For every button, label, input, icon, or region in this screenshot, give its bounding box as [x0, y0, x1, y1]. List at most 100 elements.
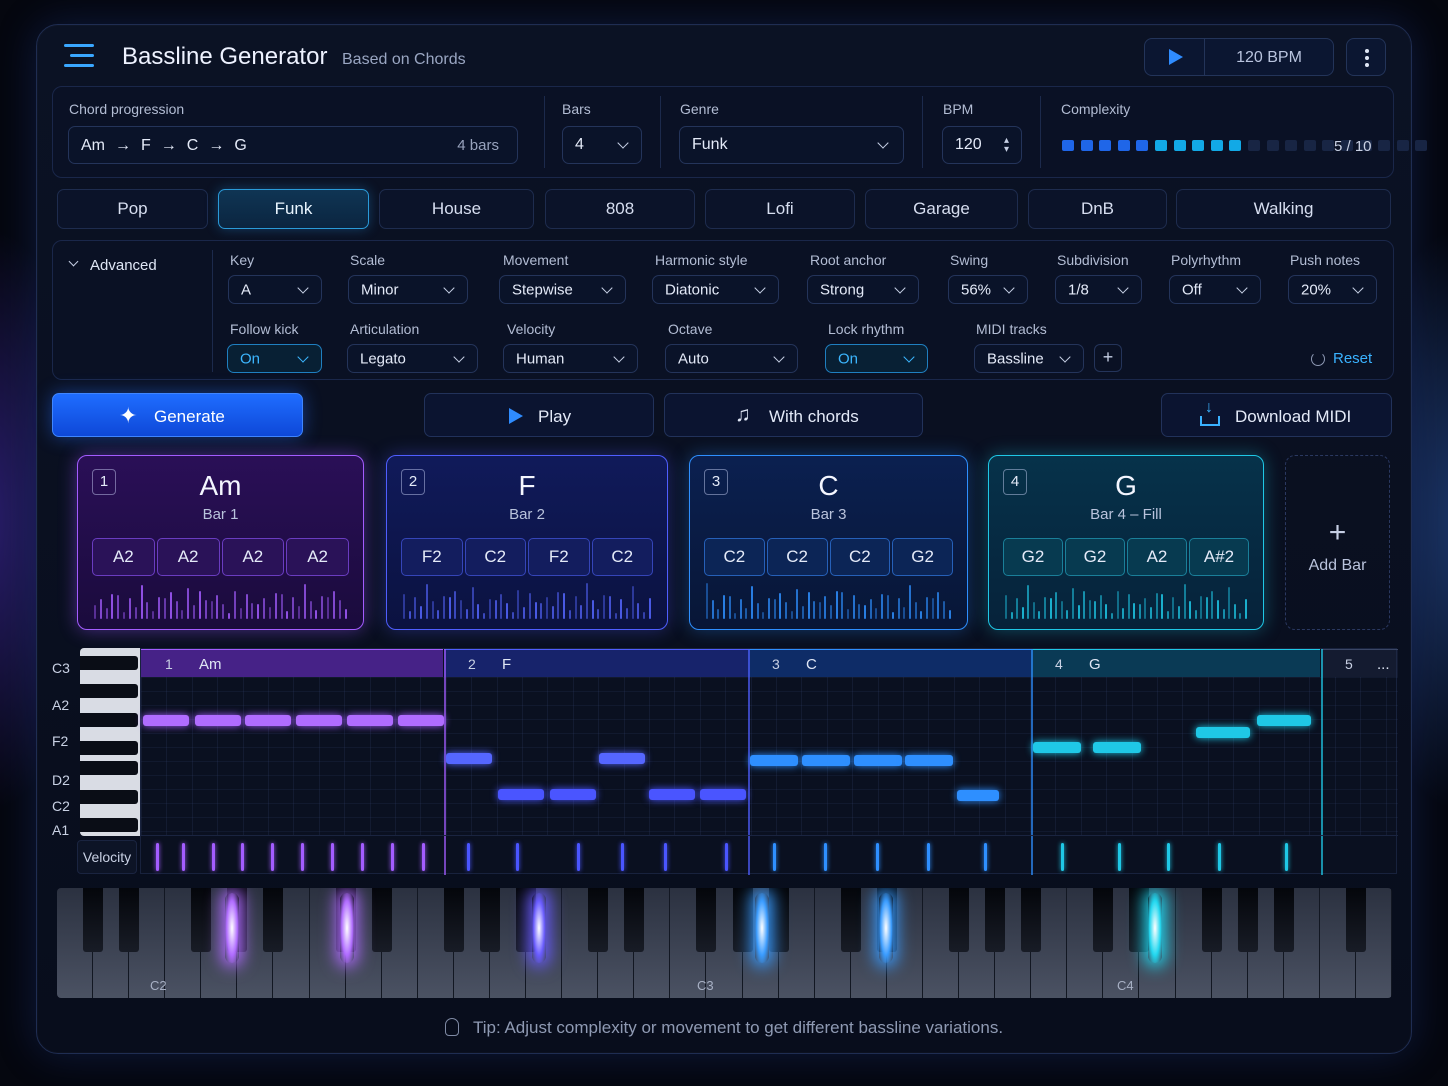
midi-note[interactable] [1033, 742, 1081, 753]
midi-note[interactable] [398, 715, 444, 726]
velocity-bar[interactable] [391, 843, 394, 871]
key-select[interactable]: A [228, 275, 322, 304]
black-key[interactable] [479, 888, 500, 952]
velocity-bar[interactable] [1285, 843, 1288, 871]
midi-note[interactable] [1093, 742, 1141, 753]
black-key[interactable] [732, 888, 753, 952]
more-options-icon[interactable] [1346, 38, 1386, 76]
black-key[interactable] [840, 888, 861, 952]
black-key[interactable] [263, 888, 284, 952]
note-chip[interactable]: F2 [528, 538, 590, 576]
velocity-bar[interactable] [301, 843, 304, 871]
note-chip[interactable]: C2 [829, 538, 891, 576]
midi-note[interactable] [1257, 715, 1311, 726]
tab-genre-house[interactable]: House [379, 189, 534, 229]
menu-icon[interactable] [64, 42, 94, 70]
black-key[interactable] [119, 888, 140, 952]
tab-genre-pop[interactable]: Pop [57, 189, 208, 229]
midi-note[interactable] [599, 753, 645, 764]
black-key[interactable] [191, 888, 212, 952]
note-chip[interactable]: A2 [156, 538, 220, 576]
midi-note[interactable] [750, 755, 798, 766]
bar-card-4[interactable]: 4 G Bar 4 – Fill G2 G2 A2 A#2 [988, 455, 1264, 630]
velocity-select[interactable]: Human [503, 344, 638, 373]
black-key[interactable] [588, 888, 609, 952]
note-chip[interactable]: A2 [1127, 538, 1187, 576]
tab-genre-lofi[interactable]: Lofi [705, 189, 855, 229]
midi-note[interactable] [498, 789, 544, 800]
note-chip[interactable]: G2 [1065, 538, 1125, 576]
black-key[interactable] [83, 888, 104, 952]
velocity-bar[interactable] [182, 843, 185, 871]
midi-note[interactable] [854, 755, 902, 766]
follow-kick-select[interactable]: On [227, 344, 322, 373]
velocity-bar[interactable] [984, 843, 987, 871]
velocity-bar[interactable] [577, 843, 580, 871]
velocity-bar[interactable] [331, 843, 334, 871]
tab-genre-walking[interactable]: Walking [1176, 189, 1391, 229]
roll-bar-header[interactable]: 5... [1321, 649, 1398, 677]
note-chip[interactable]: G2 [1003, 538, 1063, 576]
harmonic-style-select[interactable]: Diatonic [652, 275, 779, 304]
midi-note[interactable] [143, 715, 189, 726]
bar-card-1[interactable]: 1 Am Bar 1 A2 A2 A2 A2 [77, 455, 364, 630]
velocity-bar[interactable] [1118, 843, 1121, 871]
black-key[interactable] [371, 888, 392, 952]
add-track-button[interactable]: + [1094, 344, 1122, 372]
velocity-bar[interactable] [467, 843, 470, 871]
note-chip[interactable]: C2 [766, 538, 828, 576]
scale-select[interactable]: Minor [348, 275, 468, 304]
complexity-meter[interactable] [1062, 140, 1428, 151]
velocity-bar[interactable] [422, 843, 425, 871]
tab-genre-funk[interactable]: Funk [218, 189, 369, 229]
roll-bar-header[interactable]: 2F [444, 649, 748, 677]
tab-genre-garage[interactable]: Garage [865, 189, 1018, 229]
note-chip[interactable]: C2 [464, 538, 526, 576]
midi-note[interactable] [550, 789, 596, 800]
genre-select[interactable]: Funk [679, 126, 904, 164]
with-chords-button[interactable]: ♫ With chords [664, 393, 923, 437]
note-chip[interactable]: F2 [401, 538, 463, 576]
black-key[interactable] [696, 888, 717, 952]
velocity-bar[interactable] [725, 843, 728, 871]
root-anchor-select[interactable]: Strong [807, 275, 919, 304]
velocity-bar[interactable] [241, 843, 244, 871]
velocity-bar[interactable] [212, 843, 215, 871]
black-key[interactable] [1345, 888, 1366, 952]
push-notes-select[interactable]: 20% [1288, 275, 1377, 304]
note-chip[interactable]: A2 [92, 538, 155, 576]
generate-button[interactable]: ✦ Generate [52, 393, 303, 437]
velocity-bar[interactable] [1167, 843, 1170, 871]
black-key[interactable] [768, 888, 789, 952]
velocity-bar[interactable] [876, 843, 879, 871]
black-key[interactable] [1093, 888, 1114, 952]
bar-card-2[interactable]: 2 F Bar 2 F2 C2 F2 C2 [386, 455, 668, 630]
note-chip[interactable]: G2 [892, 538, 953, 576]
articulation-select[interactable]: Legato [347, 344, 478, 373]
note-chip[interactable]: C2 [704, 538, 765, 576]
velocity-bar[interactable] [1218, 843, 1221, 871]
stepper-arrows-icon[interactable]: ▴ ▾ [1004, 136, 1009, 155]
bars-select[interactable]: 4 [562, 126, 642, 164]
velocity-bar[interactable] [773, 843, 776, 871]
swing-select[interactable]: 56% [948, 275, 1028, 304]
note-chip[interactable]: A#2 [1189, 538, 1249, 576]
note-chip[interactable]: C2 [591, 538, 653, 576]
black-key[interactable] [1129, 888, 1150, 952]
velocity-bar[interactable] [927, 843, 930, 871]
velocity-bar[interactable] [271, 843, 274, 871]
roll-bar-header[interactable]: 1 Am [141, 649, 443, 677]
lock-rhythm-select[interactable]: On [825, 344, 928, 373]
roll-bar-header[interactable]: 3C [748, 649, 1031, 677]
black-key[interactable] [1201, 888, 1222, 952]
piano-keyboard[interactable]: C2 C3 C4 [57, 888, 1392, 998]
midi-note[interactable] [905, 755, 953, 766]
midi-note[interactable] [446, 753, 492, 764]
octave-select[interactable]: Auto [665, 344, 798, 373]
black-key[interactable] [1237, 888, 1258, 952]
bpm-stepper[interactable]: 120 ▴ ▾ [942, 126, 1022, 164]
advanced-toggle[interactable]: Advanced [68, 256, 157, 274]
velocity-bar[interactable] [621, 843, 624, 871]
bar-card-3[interactable]: 3 C Bar 3 C2 C2 C2 G2 [689, 455, 968, 630]
reset-button[interactable]: Reset [1311, 350, 1372, 367]
